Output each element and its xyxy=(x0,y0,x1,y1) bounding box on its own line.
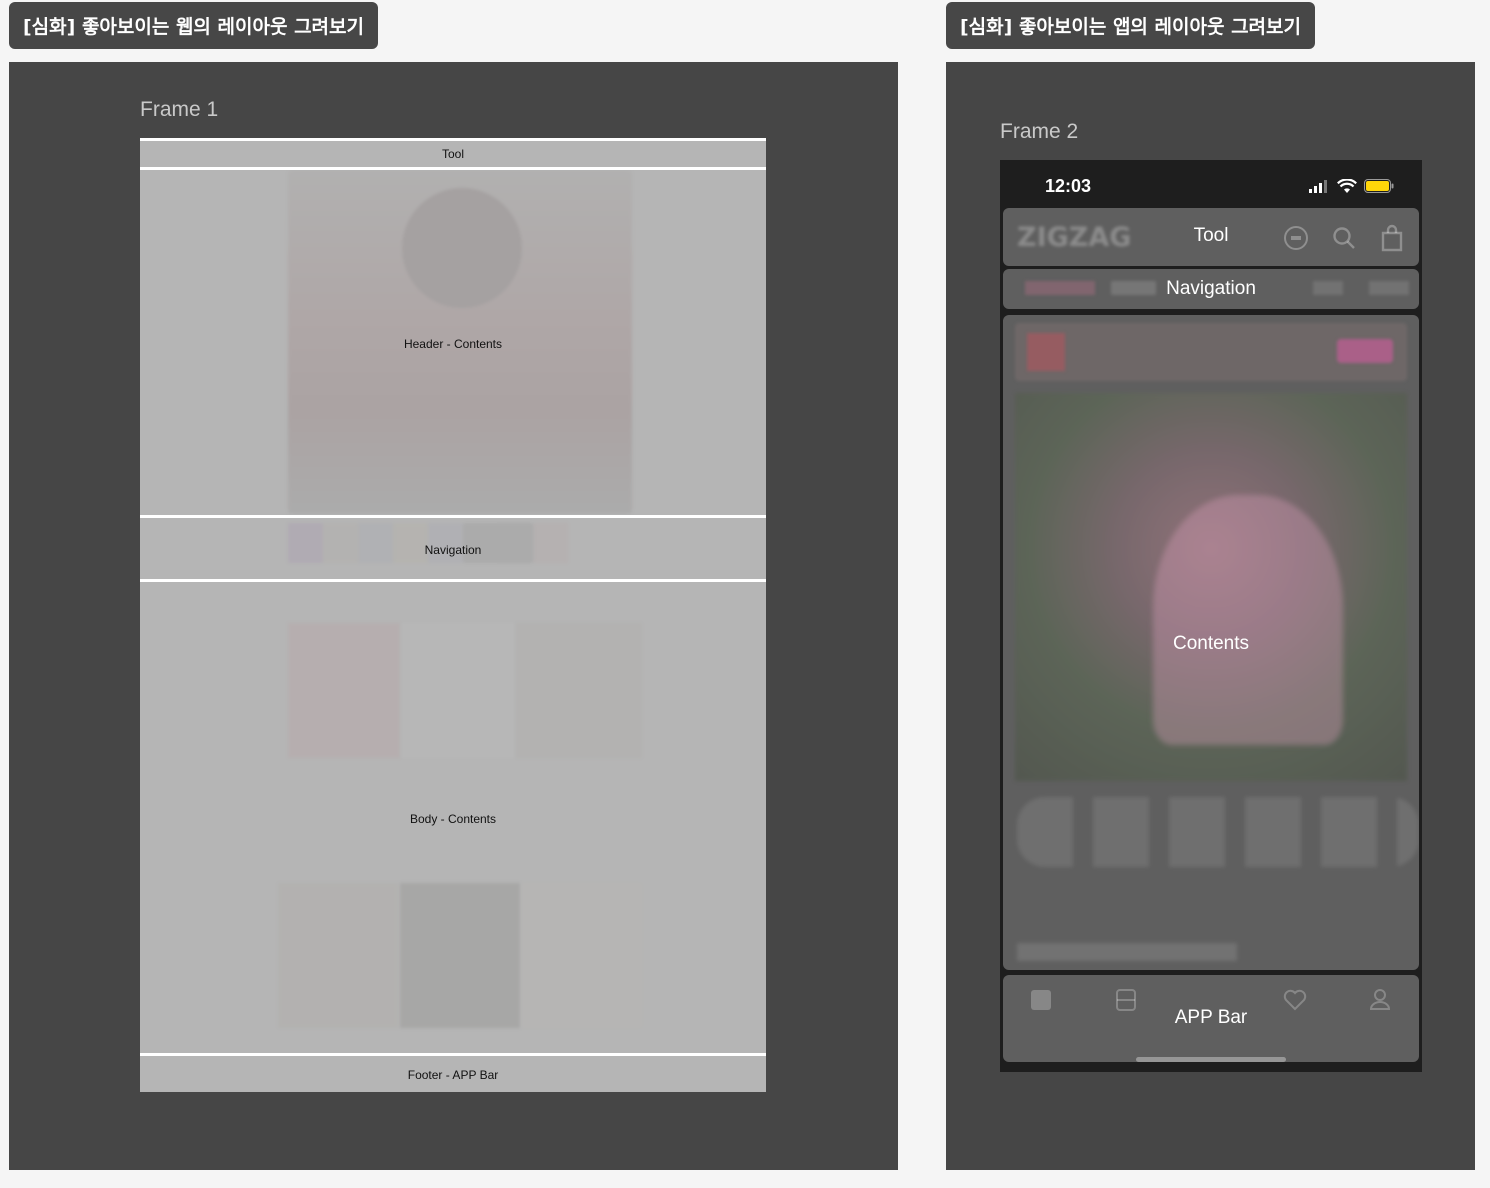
web-tool-label: Tool xyxy=(441,147,464,161)
frame1-board: Frame 1 Tool Header - Contents Navigatio… xyxy=(9,62,898,1170)
app-navigation-label: Navigation xyxy=(1166,278,1256,299)
status-bar: 12:03 xyxy=(1000,160,1422,208)
app-section-label: [심화] 좋아보이는 앱의 레이아웃 그려보기 xyxy=(946,2,1315,49)
app-tool-region: ZIGZAG Tool xyxy=(1003,208,1419,266)
frame2-title[interactable]: Frame 2 xyxy=(1000,120,1078,144)
web-footer-label: Footer - APP Bar xyxy=(407,1068,499,1082)
web-header-region: Header - Contents xyxy=(140,170,766,515)
promo-badge xyxy=(1337,339,1393,363)
web-navigation-region: Navigation xyxy=(140,518,766,579)
promo-thumb xyxy=(1027,333,1065,371)
web-layout: Tool Header - Contents Navigation Body -… xyxy=(140,138,766,1092)
app-navigation-region: Navigation xyxy=(1003,269,1419,309)
divider xyxy=(140,138,766,141)
hero-figure xyxy=(1153,495,1343,745)
web-section-label: [심화] 좋아보이는 웹의 레이아웃 그려보기 xyxy=(9,2,378,49)
status-time: 12:03 xyxy=(1045,176,1092,196)
coupon-icon xyxy=(1284,226,1308,250)
app-bar-region: APP Bar xyxy=(1003,975,1419,1062)
battery-icon xyxy=(1364,179,1394,193)
app-contents-region: Contents xyxy=(1003,315,1419,970)
section-heading xyxy=(1017,943,1237,961)
app-bar-label: APP Bar xyxy=(1174,1007,1248,1028)
web-header-label: Header - Contents xyxy=(403,337,503,351)
cart-icon xyxy=(1381,224,1403,252)
search-icon xyxy=(1333,227,1355,249)
category-row xyxy=(1017,797,1419,867)
web-footer-region: Footer - APP Bar xyxy=(140,1056,766,1092)
web-navigation-label: Navigation xyxy=(424,543,482,557)
web-tool-region: Tool xyxy=(140,138,766,168)
home-indicator xyxy=(1136,1057,1286,1062)
web-body-region: Body - Contents xyxy=(140,582,766,1053)
frame1-title[interactable]: Frame 1 xyxy=(140,98,218,122)
frame2-board: Frame 2 12:03 ZIGZAG Tool Navigation Con… xyxy=(946,62,1475,1170)
wifi-icon xyxy=(1337,179,1357,193)
phone-layout: 12:03 ZIGZAG Tool Navigation Contents AP… xyxy=(1000,160,1422,1072)
signal-icon xyxy=(1309,180,1327,193)
app-contents-label: Contents xyxy=(1172,633,1250,654)
web-body-label: Body - Contents xyxy=(409,812,497,826)
